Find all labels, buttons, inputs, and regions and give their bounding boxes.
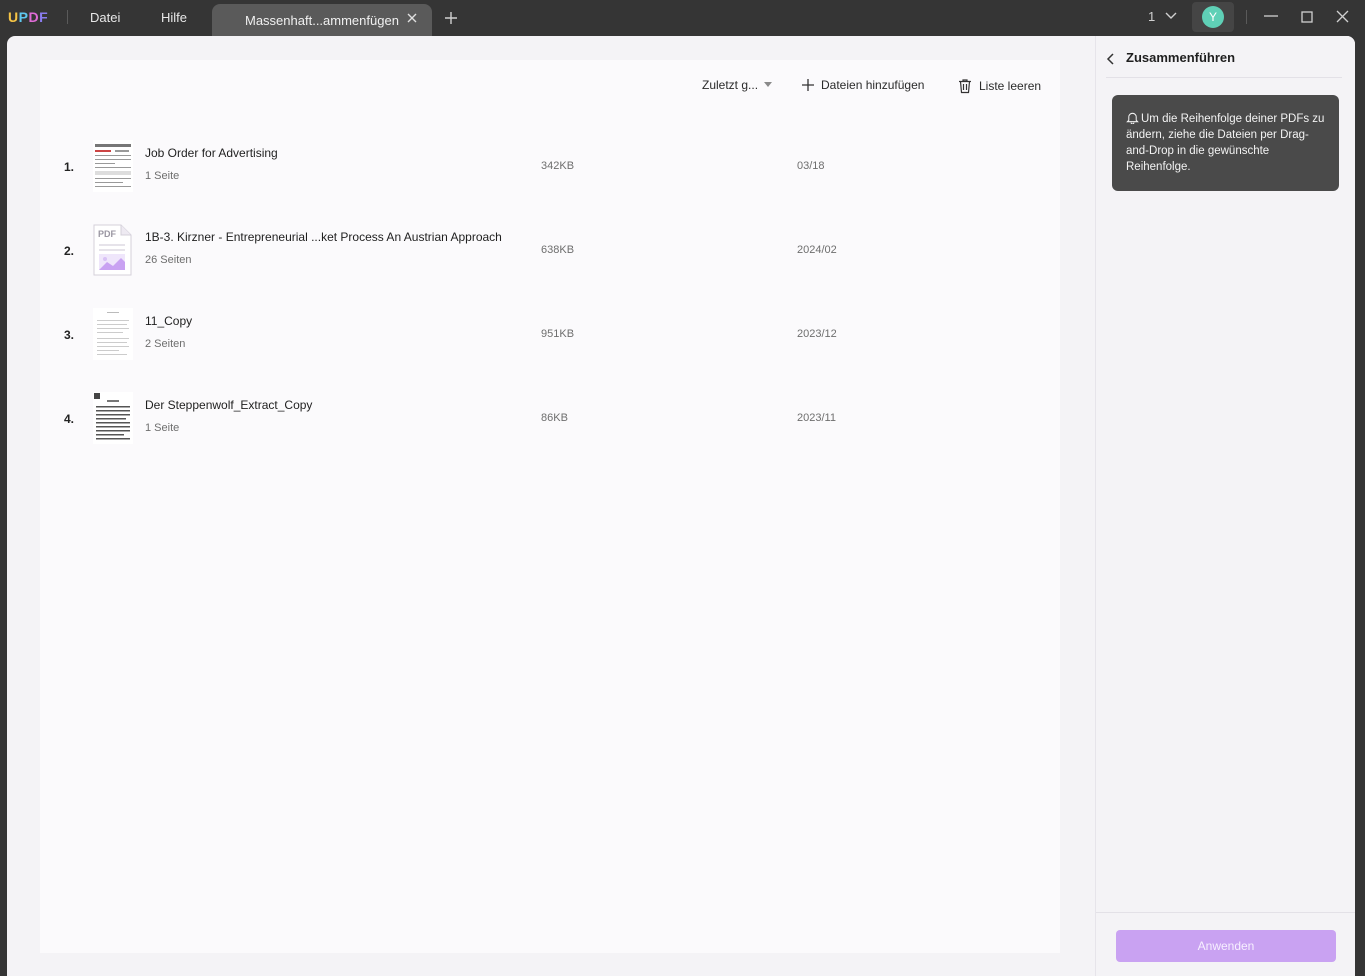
clear-list-button[interactable]: Liste leeren (957, 78, 1041, 94)
add-files-label: Dateien hinzufügen (821, 78, 925, 92)
file-row[interactable]: 3. 11_Copy 2 Seiten 951KB 2023/12 (40, 294, 1060, 378)
file-thumbnail (93, 308, 133, 360)
file-row[interactable]: 2. PDF 1B-3. Kirzner - Entrepreneurial .… (40, 210, 1060, 294)
pdf-file-icon: PDF (93, 224, 133, 276)
file-size: 638KB (541, 244, 575, 256)
avatar: Y (1202, 6, 1224, 28)
panel-header: Zusammenführen (1106, 50, 1342, 78)
file-size: 951KB (541, 328, 575, 340)
row-number: 3. (64, 328, 75, 342)
merge-side-panel: Zusammenführen Um die Reihenfolge deiner… (1095, 36, 1355, 976)
tab-batch-merge[interactable]: Massenhaft...ammenfügen (212, 4, 432, 36)
file-pages: 26 Seiten (145, 254, 192, 266)
close-icon[interactable] (404, 10, 420, 26)
add-files-button[interactable]: Dateien hinzufügen (801, 78, 924, 92)
updf-logo[interactable]: UPDF (8, 9, 48, 25)
file-thumbnail (93, 392, 133, 444)
account-button[interactable]: Y (1192, 2, 1234, 32)
file-row[interactable]: 4. Der Steppenwolf_Extract_Copy 1 Seite … (40, 378, 1060, 462)
main-window: Zuletzt g... Dateien hinzufügen Liste le… (7, 36, 1355, 976)
minimize-icon[interactable] (1261, 8, 1281, 28)
row-number: 1. (64, 160, 75, 174)
row-number: 2. (64, 244, 75, 258)
plus-icon (802, 79, 814, 91)
clear-list-label: Liste leeren (979, 79, 1042, 93)
reorder-hint: Um die Reihenfolge deiner PDFs zu ändern… (1112, 95, 1339, 191)
file-size: 342KB (541, 160, 575, 172)
file-date: 2023/11 (797, 412, 836, 424)
caret-down-icon (764, 82, 773, 87)
hint-text: Um die Reihenfolge deiner PDFs zu ändern… (1126, 113, 1325, 173)
file-date: 03/18 (797, 160, 825, 172)
file-row[interactable]: 1. Job Order for Advertising 1 Seite 342… (40, 126, 1060, 210)
file-title: 1B-3. Kirzner - Entrepreneurial ...ket P… (145, 230, 502, 244)
file-date: 2024/02 (797, 244, 837, 256)
file-title: 11_Copy (145, 314, 193, 328)
file-size: 86KB (541, 412, 568, 424)
file-pages: 1 Seite (145, 422, 180, 434)
footer-divider (1096, 912, 1355, 913)
row-number: 4. (64, 412, 75, 426)
sort-label: Zuletzt g... (702, 78, 759, 92)
new-tab-icon[interactable] (443, 10, 459, 26)
file-pages: 1 Seite (145, 170, 180, 182)
window-close-icon[interactable] (1333, 8, 1353, 28)
bell-icon (1126, 112, 1139, 125)
apply-button[interactable]: Anwenden (1116, 930, 1336, 962)
panel-title: Zusammenführen (1126, 50, 1236, 65)
chevron-down-icon (1165, 12, 1177, 19)
file-thumbnail (93, 140, 133, 192)
maximize-icon[interactable] (1297, 8, 1317, 28)
sort-dropdown[interactable]: Zuletzt g... (702, 78, 773, 92)
file-list-panel: Zuletzt g... Dateien hinzufügen Liste le… (40, 60, 1060, 953)
window-count[interactable]: 1 (1148, 9, 1177, 24)
svg-text:PDF: PDF (98, 229, 117, 239)
trash-icon (959, 79, 971, 94)
back-chevron-icon[interactable] (1106, 52, 1116, 66)
title-bar: UPDF Datei Hilfe Massenhaft...ammenfügen… (0, 0, 1365, 36)
tab-title: Massenhaft...ammenfügen (245, 13, 399, 28)
file-date: 2023/12 (797, 328, 837, 340)
file-title: Der Steppenwolf_Extract_Copy (145, 398, 313, 412)
menu-datei[interactable]: Datei (90, 10, 120, 25)
file-pages: 2 Seiten (145, 338, 186, 350)
divider (67, 10, 68, 24)
divider (1246, 10, 1247, 24)
file-title: Job Order for Advertising (145, 146, 278, 160)
menu-hilfe[interactable]: Hilfe (161, 10, 187, 25)
